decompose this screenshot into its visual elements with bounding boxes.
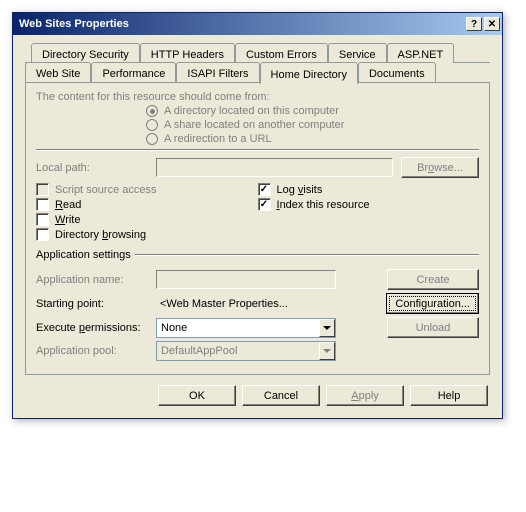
configuration-button[interactable]: Configuration...	[386, 293, 479, 314]
apply-button: Apply	[326, 385, 404, 406]
properties-window: Web Sites Properties ? ✕ Directory Secur…	[12, 12, 503, 419]
cb-log-visits-label: Log visits	[277, 184, 323, 196]
cb-index-resource-label: Index this resource	[277, 199, 370, 211]
radio-local-dir	[146, 105, 158, 117]
tab-service[interactable]: Service	[328, 43, 387, 63]
cb-write[interactable]	[36, 213, 49, 226]
cancel-button[interactable]: Cancel	[242, 385, 320, 406]
cb-dir-browsing-label: Directory browsing	[55, 229, 146, 241]
radio-local-dir-label: A directory located on this computer	[164, 105, 339, 117]
app-name-label: Application name:	[36, 274, 156, 286]
cb-write-label: Write	[55, 214, 80, 226]
cb-read[interactable]	[36, 198, 49, 211]
cb-index-resource[interactable]: ✓	[258, 198, 271, 211]
radio-share-label: A share located on another computer	[164, 119, 344, 131]
app-pool-select: DefaultAppPool	[156, 341, 336, 361]
cb-script-source-label: Script source access	[55, 184, 156, 196]
titlebar: Web Sites Properties ? ✕	[13, 13, 502, 35]
ok-button[interactable]: OK	[158, 385, 236, 406]
local-path-input	[156, 158, 393, 177]
cb-read-label: Read	[55, 199, 81, 211]
app-settings-group-label: Application settings	[36, 249, 131, 261]
tab-isapi-filters[interactable]: ISAPI Filters	[176, 62, 259, 82]
help-titlebar-button[interactable]: ?	[466, 17, 482, 31]
cb-log-visits[interactable]: ✓	[258, 183, 271, 196]
radio-share	[146, 119, 158, 131]
cb-dir-browsing[interactable]	[36, 228, 49, 241]
tab-performance[interactable]: Performance	[91, 62, 176, 82]
close-titlebar-button[interactable]: ✕	[484, 17, 500, 31]
execute-permissions-label: Execute permissions:	[36, 322, 156, 334]
radio-redirect-label: A redirection to a URL	[164, 133, 272, 145]
tab-strip: Directory Security HTTP Headers Custom E…	[25, 43, 490, 83]
local-path-label: Local path:	[36, 162, 156, 174]
tab-aspnet[interactable]: ASP.NET	[387, 43, 455, 63]
tab-panel-home-directory: The content for this resource should com…	[25, 82, 490, 375]
chevron-down-icon	[319, 342, 335, 360]
help-button[interactable]: Help	[410, 385, 488, 406]
starting-point-value: <Web Master Properties...	[156, 298, 336, 310]
app-pool-label: Application pool:	[36, 345, 156, 357]
execute-permissions-select[interactable]: None	[156, 318, 336, 338]
app-name-input	[156, 270, 336, 289]
tab-documents[interactable]: Documents	[358, 62, 436, 82]
tab-http-headers[interactable]: HTTP Headers	[140, 43, 235, 63]
tab-web-site[interactable]: Web Site	[25, 62, 91, 82]
window-title: Web Sites Properties	[19, 18, 464, 30]
unload-button: Unload	[387, 317, 479, 338]
tab-directory-security[interactable]: Directory Security	[31, 43, 140, 63]
tab-home-directory[interactable]: Home Directory	[260, 62, 358, 84]
tab-custom-errors[interactable]: Custom Errors	[235, 43, 328, 63]
content-source-label: The content for this resource should com…	[36, 91, 479, 103]
chevron-down-icon	[319, 319, 335, 337]
cb-script-source	[36, 183, 49, 196]
create-button: Create	[387, 269, 479, 290]
dialog-footer: OK Cancel Apply Help	[25, 375, 490, 408]
radio-redirect	[146, 133, 158, 145]
browse-button: Browse...	[401, 157, 479, 178]
starting-point-label: Starting point:	[36, 298, 156, 310]
